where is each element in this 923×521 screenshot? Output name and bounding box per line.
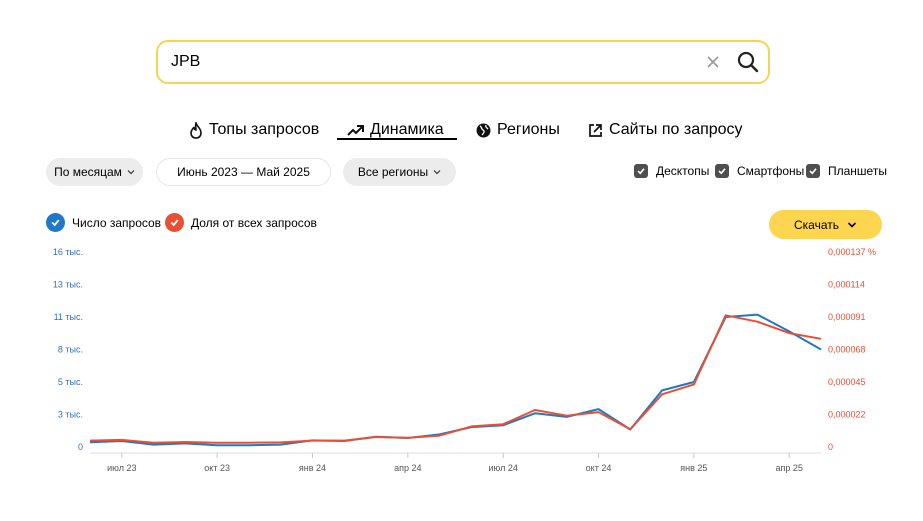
y-left-tick-label: 0 <box>78 442 83 452</box>
x-tick-label: янв 24 <box>299 463 326 473</box>
x-tick-label: окт 23 <box>204 463 230 473</box>
y-left-tick-label: 8 тыс. <box>58 345 83 355</box>
chart: июл 23 окт 23 янв 24 апр 24 июл 24 окт 24 янв … <box>53 247 876 473</box>
x-tick-label: янв 25 <box>680 463 707 473</box>
series-line-count <box>89 313 822 447</box>
x-tick-label: апр 24 <box>394 463 421 473</box>
y-right-tick-label: 0,000068 <box>828 345 866 355</box>
y-right-tick-label: 0,000091 <box>828 312 866 322</box>
series-line-share <box>89 314 822 444</box>
x-tick-label: окт 24 <box>586 463 612 473</box>
y-right-tick-label: 0,000114 <box>828 280 865 290</box>
y-right-tick-label: 0 <box>828 442 833 452</box>
y-left-tick-label: 16 тыс. <box>53 247 83 257</box>
y-left-tick-label: 3 тыс. <box>58 410 83 420</box>
x-tick-label: июл 23 <box>107 463 136 473</box>
y-right-tick-label: 0,000022 <box>828 410 866 420</box>
x-tick-label: июл 24 <box>489 463 518 473</box>
y-right-tick-label: 0,000137 % <box>828 247 876 257</box>
y-left-tick-label: 13 тыс. <box>53 280 83 290</box>
x-tick-label: апр 25 <box>776 463 803 473</box>
y-left-tick-label: 11 тыс. <box>54 312 83 322</box>
y-left-tick-label: 5 тыс. <box>58 377 83 387</box>
y-right-tick-label: 0,000045 <box>828 377 866 387</box>
